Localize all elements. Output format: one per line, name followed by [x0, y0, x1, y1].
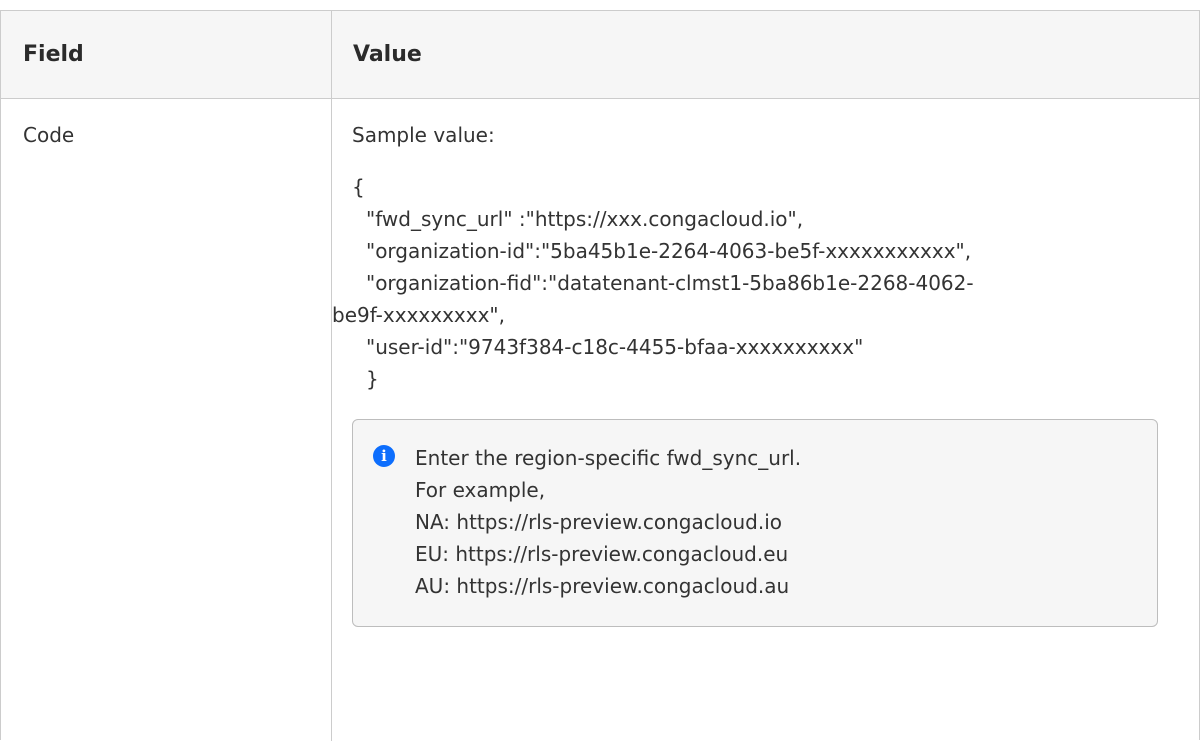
code-line: "fwd_sync_url" :"https://xxx.congacloud.… [366, 207, 804, 231]
header-value: Value [353, 42, 422, 67]
note-line: Enter the region-specific fwd_sync_url. [415, 446, 802, 470]
code-line: "organization-id":"5ba45b1e-2264-4063-be… [366, 239, 972, 263]
field-value-table: Field Value Code Sample value: { "fwd_sy… [0, 10, 1200, 741]
info-note: i Enter the region-specific fwd_sync_url… [352, 419, 1158, 627]
row-field-name: Code [23, 123, 75, 147]
code-line: be9f-xxxxxxxxx", [332, 303, 505, 327]
sample-value-label: Sample value: [352, 123, 495, 147]
header-field: Field [23, 42, 84, 67]
note-line: NA: https://rls-preview.congacloud.io [415, 510, 783, 534]
code-line: } [366, 367, 379, 391]
code-sample: { "fwd_sync_url" :"https://xxx.congaclou… [332, 171, 1180, 395]
note-line: For example, [415, 478, 546, 502]
code-line: { [352, 175, 365, 199]
note-line: EU: https://rls-preview.congacloud.eu [415, 542, 789, 566]
note-line: AU: https://rls-preview.congacloud.au [415, 574, 790, 598]
note-text: Enter the region-specific fwd_sync_url. … [415, 442, 1137, 602]
info-icon: i [373, 445, 395, 467]
row-value-cell: Sample value: { "fwd_sync_url" :"https:/… [332, 99, 1200, 627]
code-line: "user-id":"9743f384-c18c-4455-bfaa-xxxxx… [366, 335, 864, 359]
table-header-row: Field Value [1, 11, 1199, 99]
code-line: "organization-fid":"datatenant-clmst1-5b… [366, 271, 974, 295]
